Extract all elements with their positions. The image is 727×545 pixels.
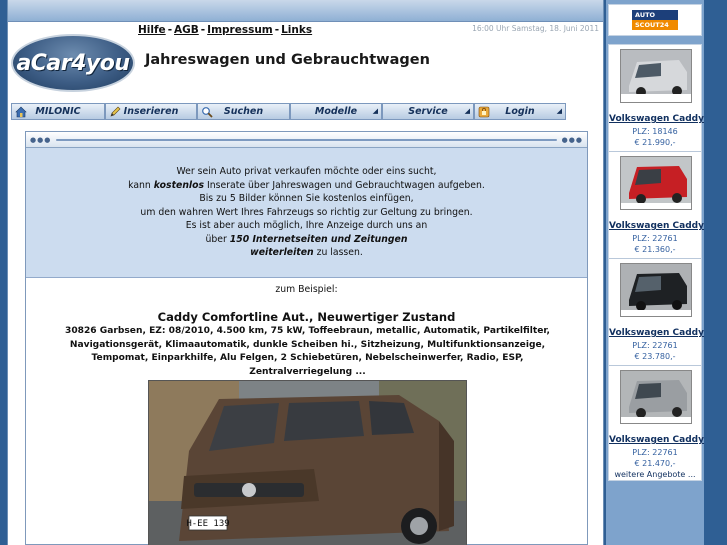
magnifier-icon	[200, 105, 213, 118]
nav-label: Inserieren	[123, 106, 179, 117]
ad-price: € 21.470,-	[634, 459, 676, 468]
nav-item-modelle[interactable]: Modelle ◢	[290, 103, 382, 120]
ad-price: € 23.780,-	[634, 352, 676, 361]
example-car-photo: H-EE 139	[148, 380, 467, 545]
nav-item-inserieren[interactable]: Inserieren	[105, 103, 197, 120]
datetime: 16:00 Uhr Samstag, 18. Juni 2011	[472, 24, 599, 33]
nav-label: Login	[505, 106, 535, 117]
intro-text: Wer sein Auto privat verkaufen möchte od…	[26, 148, 587, 278]
ad-plz: PLZ: 22761	[632, 448, 678, 457]
more-offers-link[interactable]: weitere Angebote ...	[609, 470, 701, 479]
ad-item[interactable]: Volkswagen Caddy PLZ: 22761 € 21.360,-	[609, 152, 704, 259]
ad-plz: PLZ: 22761	[632, 341, 678, 350]
ad-item[interactable]: Volkswagen Caddy PLZ: 22761 € 23.780,-	[609, 259, 704, 366]
ad-plz: PLZ: 22761	[632, 234, 678, 243]
example-car-title: Caddy Comfortline Aut., Neuwertiger Zust…	[157, 310, 456, 324]
nav-label: Suchen	[223, 106, 264, 117]
example-label: zum Beispiel:	[275, 284, 338, 295]
ad-thumbnail	[620, 370, 692, 424]
nav-label: Modelle	[314, 106, 358, 117]
ad-price: € 21.360,-	[634, 245, 676, 254]
ad-title[interactable]: Volkswagen Caddy	[609, 221, 704, 231]
arrow-down-right-icon: ◢	[464, 107, 470, 115]
help-link[interactable]: Hilfe	[138, 24, 166, 36]
nav-item-login[interactable]: Login ◢	[474, 103, 566, 120]
page-title: Jahreswagen und Gebrauchtwagen	[145, 52, 430, 68]
ad-thumbnail	[620, 263, 692, 317]
ad-plz: PLZ: 18146	[632, 127, 678, 136]
site-logo[interactable]: aCar4you	[11, 34, 135, 92]
ad-item[interactable]: Volkswagen Caddy PLZ: 18146 € 21.990,-	[609, 45, 704, 152]
ad-price: € 21.990,-	[634, 138, 676, 147]
nav-item-suchen[interactable]: Suchen	[197, 103, 290, 120]
ad-item[interactable]: Volkswagen Caddy PLZ: 22761 € 21.470,-	[609, 366, 704, 473]
links-link[interactable]: Links	[281, 24, 312, 36]
arrow-down-right-icon: ◢	[556, 107, 562, 115]
ad-thumbnail	[620, 156, 692, 210]
ad-thumbnail	[620, 49, 692, 103]
panel-swoosh	[56, 139, 557, 141]
nav-item-service[interactable]: Service ◢	[382, 103, 474, 120]
top-bar	[8, 0, 603, 22]
sidebar: AUTO SCOUT24 Volkswagen Caddy PLZ: 18146…	[606, 0, 704, 545]
arrow-down-right-icon: ◢	[372, 107, 378, 115]
pencil-icon	[108, 105, 121, 118]
ad-title[interactable]: Volkswagen Caddy	[609, 114, 704, 124]
content-panel: ●●● ●●● Wer sein Auto privat verkaufen m…	[25, 131, 588, 545]
ad-list: Volkswagen Caddy PLZ: 18146 € 21.990,- V…	[608, 44, 704, 481]
logo-text: aCar4you	[16, 50, 130, 76]
panel-header: ●●● ●●●	[26, 132, 587, 148]
main-frame: Hilfe - AGB - Impressum - Links 16:00 Uhr Sams…	[7, 0, 604, 545]
window-dots-icon: ●●●	[561, 136, 583, 144]
header: Hilfe - AGB - Impressum - Links 16:00 Uhr Sams…	[8, 22, 603, 102]
home-icon	[14, 105, 27, 118]
header-links: Hilfe - AGB - Impressum - Links	[138, 24, 313, 36]
autoscout-logo[interactable]: AUTO SCOUT24	[608, 4, 702, 36]
main-nav: MILONIC Inserieren Suchen Modelle ◢ Serv…	[11, 103, 602, 120]
ad-title[interactable]: Volkswagen Caddy	[609, 328, 704, 338]
example-car-description: 30826 Garbsen, EZ: 08/2010, 4.500 km, 75…	[65, 326, 550, 377]
ad-title[interactable]: Volkswagen Caddy	[609, 435, 704, 445]
nav-item-milonic[interactable]: MILONIC	[11, 103, 105, 120]
nav-label: Service	[408, 106, 448, 117]
agb-link[interactable]: AGB	[174, 24, 199, 36]
nav-label: MILONIC	[35, 106, 81, 117]
window-dots-icon: ●●●	[30, 136, 52, 144]
impressum-link[interactable]: Impressum	[207, 24, 273, 36]
lock-icon	[477, 105, 490, 118]
license-plate: H-EE 139	[186, 519, 229, 529]
